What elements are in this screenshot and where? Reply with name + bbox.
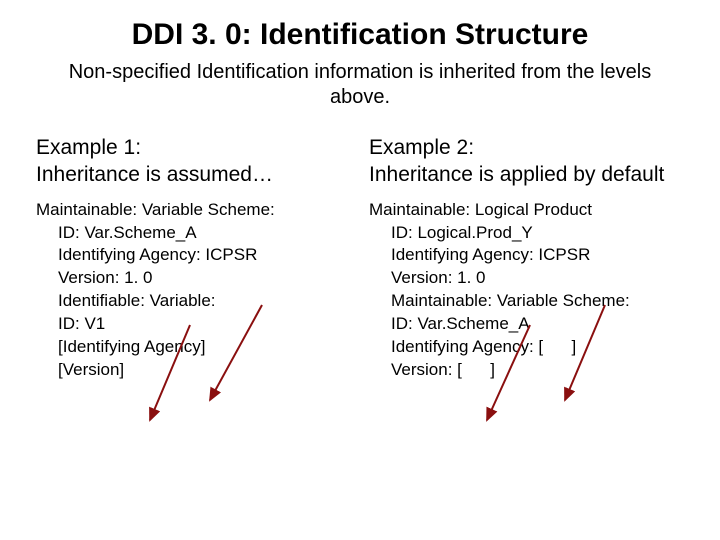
- ex1-line-1: Maintainable: Variable Scheme:: [36, 199, 351, 222]
- example-2-body: Maintainable: Logical Product ID: Logica…: [369, 199, 684, 383]
- ex2-line-2: ID: Logical.Prod_Y: [369, 222, 684, 245]
- example-1-heading-line-1: Example 1:: [36, 134, 351, 161]
- slide-subtitle: Non-specified Identification information…: [60, 60, 660, 110]
- ex2-line-4: Version: 1. 0: [369, 267, 684, 290]
- example-1-heading: Example 1: Inheritance is assumed…: [36, 134, 351, 189]
- ex2-line-6: ID: Var.Scheme_A: [369, 313, 684, 336]
- example-2-heading-line-2: Inheritance is applied by default: [369, 161, 684, 188]
- ex2-line-8-prefix: Version: [: [391, 360, 462, 379]
- ex2-line-8: Version: [ ]: [369, 359, 684, 382]
- ex2-line-3: Identifying Agency: ICPSR: [369, 244, 684, 267]
- ex2-line-5: Maintainable: Variable Scheme:: [369, 290, 684, 313]
- example-1-heading-line-2: Inheritance is assumed…: [36, 161, 351, 188]
- ex1-line-8: [Version]: [36, 359, 351, 382]
- example-1: Example 1: Inheritance is assumed… Maint…: [36, 134, 351, 382]
- ex2-line-7-suffix: ]: [572, 337, 577, 356]
- ex1-line-6: ID: V1: [36, 313, 351, 336]
- ex2-line-7: Identifying Agency: [ ]: [369, 336, 684, 359]
- ex2-line-8-suffix: ]: [490, 360, 495, 379]
- ex1-line-3: Identifying Agency: ICPSR: [36, 244, 351, 267]
- example-2-heading: Example 2: Inheritance is applied by def…: [369, 134, 684, 189]
- ex2-line-7-prefix: Identifying Agency: [: [391, 337, 543, 356]
- columns: Example 1: Inheritance is assumed… Maint…: [36, 134, 684, 382]
- ex1-line-5: Identifiable: Variable:: [36, 290, 351, 313]
- slide-title: DDI 3. 0: Identification Structure: [36, 18, 684, 52]
- example-2: Example 2: Inheritance is applied by def…: [369, 134, 684, 382]
- ex1-line-4: Version: 1. 0: [36, 267, 351, 290]
- ex1-line-2: ID: Var.Scheme_A: [36, 222, 351, 245]
- example-1-body: Maintainable: Variable Scheme: ID: Var.S…: [36, 199, 351, 383]
- ex2-line-1: Maintainable: Logical Product: [369, 199, 684, 222]
- example-2-heading-line-1: Example 2:: [369, 134, 684, 161]
- ex1-line-7: [Identifying Agency]: [36, 336, 351, 359]
